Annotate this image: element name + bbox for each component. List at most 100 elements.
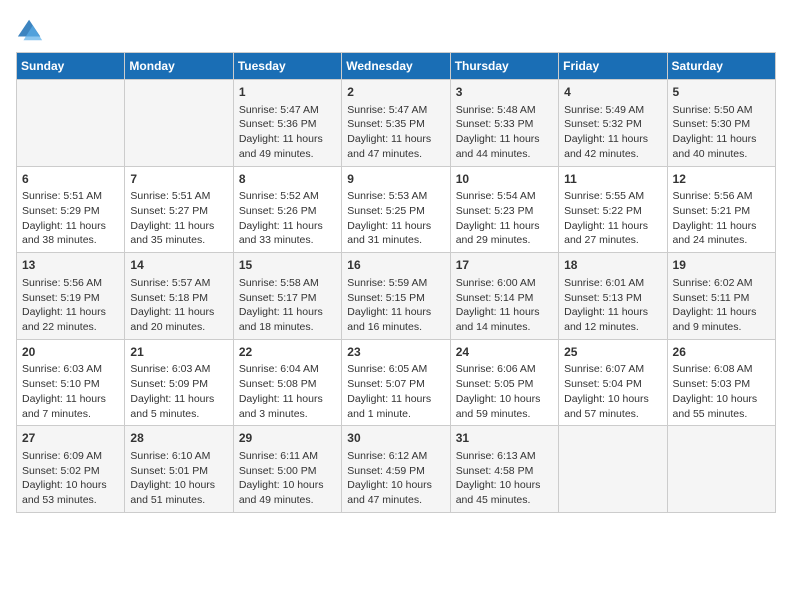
cell-content: Sunrise: 5:56 AM Sunset: 5:19 PM Dayligh… bbox=[22, 276, 119, 335]
day-number: 4 bbox=[564, 84, 661, 101]
day-header-thursday: Thursday bbox=[450, 53, 558, 80]
calendar-cell: 9Sunrise: 5:53 AM Sunset: 5:25 PM Daylig… bbox=[342, 166, 450, 253]
day-number: 10 bbox=[456, 171, 553, 188]
day-header-tuesday: Tuesday bbox=[233, 53, 341, 80]
cell-content: Sunrise: 5:52 AM Sunset: 5:26 PM Dayligh… bbox=[239, 189, 336, 248]
calendar-cell: 22Sunrise: 6:04 AM Sunset: 5:08 PM Dayli… bbox=[233, 339, 341, 426]
day-number: 19 bbox=[673, 257, 770, 274]
day-number: 9 bbox=[347, 171, 444, 188]
cell-content: Sunrise: 6:03 AM Sunset: 5:10 PM Dayligh… bbox=[22, 362, 119, 421]
cell-content: Sunrise: 5:53 AM Sunset: 5:25 PM Dayligh… bbox=[347, 189, 444, 248]
calendar-cell: 11Sunrise: 5:55 AM Sunset: 5:22 PM Dayli… bbox=[559, 166, 667, 253]
day-number: 20 bbox=[22, 344, 119, 361]
cell-content: Sunrise: 5:51 AM Sunset: 5:27 PM Dayligh… bbox=[130, 189, 227, 248]
day-header-sunday: Sunday bbox=[17, 53, 125, 80]
calendar-cell: 3 Sunrise: 5:48 AM Sunset: 5:33 PM Daylig… bbox=[450, 80, 558, 167]
cell-content: Sunrise: 5:54 AM Sunset: 5:23 PM Dayligh… bbox=[456, 189, 553, 248]
calendar-cell: 24Sunrise: 6:06 AM Sunset: 5:05 PM Dayli… bbox=[450, 339, 558, 426]
day-number: 30 bbox=[347, 430, 444, 447]
day-number: 17 bbox=[456, 257, 553, 274]
calendar-cell: 1 Sunrise: 5:47 AM Sunset: 5:36 PM Daylig… bbox=[233, 80, 341, 167]
calendar-cell: 23Sunrise: 6:05 AM Sunset: 5:07 PM Dayli… bbox=[342, 339, 450, 426]
cell-content: Sunrise: 5:51 AM Sunset: 5:29 PM Dayligh… bbox=[22, 189, 119, 248]
cell-content: Sunrise: 6:03 AM Sunset: 5:09 PM Dayligh… bbox=[130, 362, 227, 421]
cell-content: Sunrise: 6:13 AM Sunset: 4:58 PM Dayligh… bbox=[456, 449, 553, 508]
calendar-cell bbox=[125, 80, 233, 167]
cell-content: Sunrise: 6:04 AM Sunset: 5:08 PM Dayligh… bbox=[239, 362, 336, 421]
day-header-wednesday: Wednesday bbox=[342, 53, 450, 80]
calendar-cell: 26Sunrise: 6:08 AM Sunset: 5:03 PM Dayli… bbox=[667, 339, 775, 426]
calendar-cell: 7Sunrise: 5:51 AM Sunset: 5:27 PM Daylig… bbox=[125, 166, 233, 253]
day-number: 22 bbox=[239, 344, 336, 361]
calendar-cell bbox=[559, 426, 667, 513]
cell-content: Sunrise: 5:57 AM Sunset: 5:18 PM Dayligh… bbox=[130, 276, 227, 335]
week-row-1: 1 Sunrise: 5:47 AM Sunset: 5:36 PM Daylig… bbox=[17, 80, 776, 167]
day-number: 14 bbox=[130, 257, 227, 274]
calendar-table: SundayMondayTuesdayWednesdayThursdayFrid… bbox=[16, 52, 776, 513]
cell-content: Sunrise: 6:11 AM Sunset: 5:00 PM Dayligh… bbox=[239, 449, 336, 508]
calendar-cell: 20Sunrise: 6:03 AM Sunset: 5:10 PM Dayli… bbox=[17, 339, 125, 426]
day-number: 1 bbox=[239, 84, 336, 101]
day-number: 8 bbox=[239, 171, 336, 188]
cell-content: Sunrise: 5:47 AM Sunset: 5:35 PM Dayligh… bbox=[347, 103, 444, 162]
logo bbox=[16, 16, 48, 44]
cell-content: Sunrise: 6:12 AM Sunset: 4:59 PM Dayligh… bbox=[347, 449, 444, 508]
day-number: 21 bbox=[130, 344, 227, 361]
cell-content: Sunrise: 6:06 AM Sunset: 5:05 PM Dayligh… bbox=[456, 362, 553, 421]
cell-content: Sunrise: 6:09 AM Sunset: 5:02 PM Dayligh… bbox=[22, 449, 119, 508]
day-number: 28 bbox=[130, 430, 227, 447]
day-header-saturday: Saturday bbox=[667, 53, 775, 80]
cell-content: Sunrise: 5:59 AM Sunset: 5:15 PM Dayligh… bbox=[347, 276, 444, 335]
day-number: 16 bbox=[347, 257, 444, 274]
cell-content: Sunrise: 6:07 AM Sunset: 5:04 PM Dayligh… bbox=[564, 362, 661, 421]
day-header-friday: Friday bbox=[559, 53, 667, 80]
day-number: 26 bbox=[673, 344, 770, 361]
cell-content: Sunrise: 6:01 AM Sunset: 5:13 PM Dayligh… bbox=[564, 276, 661, 335]
calendar-cell: 4 Sunrise: 5:49 AM Sunset: 5:32 PM Daylig… bbox=[559, 80, 667, 167]
week-row-3: 13 Sunrise: 5:56 AM Sunset: 5:19 PM Dayli… bbox=[17, 253, 776, 340]
cell-content: Sunrise: 5:49 AM Sunset: 5:32 PM Dayligh… bbox=[564, 103, 661, 162]
cell-content: Sunrise: 5:58 AM Sunset: 5:17 PM Dayligh… bbox=[239, 276, 336, 335]
day-number: 3 bbox=[456, 84, 553, 101]
cell-content: Sunrise: 6:02 AM Sunset: 5:11 PM Dayligh… bbox=[673, 276, 770, 335]
day-number: 13 bbox=[22, 257, 119, 274]
calendar-cell: 31 Sunrise: 6:13 AM Sunset: 4:58 PM Dayli… bbox=[450, 426, 558, 513]
calendar-header-row: SundayMondayTuesdayWednesdayThursdayFrid… bbox=[17, 53, 776, 80]
day-number: 2 bbox=[347, 84, 444, 101]
calendar-cell bbox=[667, 426, 775, 513]
cell-content: Sunrise: 6:10 AM Sunset: 5:01 PM Dayligh… bbox=[130, 449, 227, 508]
calendar-cell: 18 Sunrise: 6:01 AM Sunset: 5:13 PM Dayli… bbox=[559, 253, 667, 340]
calendar-cell: 30 Sunrise: 6:12 AM Sunset: 4:59 PM Dayli… bbox=[342, 426, 450, 513]
calendar-cell: 29 Sunrise: 6:11 AM Sunset: 5:00 PM Dayli… bbox=[233, 426, 341, 513]
day-number: 15 bbox=[239, 257, 336, 274]
cell-content: Sunrise: 5:55 AM Sunset: 5:22 PM Dayligh… bbox=[564, 189, 661, 248]
day-number: 18 bbox=[564, 257, 661, 274]
logo-icon bbox=[16, 16, 44, 44]
cell-content: Sunrise: 5:48 AM Sunset: 5:33 PM Dayligh… bbox=[456, 103, 553, 162]
calendar-cell: 5Sunrise: 5:50 AM Sunset: 5:30 PM Daylig… bbox=[667, 80, 775, 167]
calendar-cell: 8Sunrise: 5:52 AM Sunset: 5:26 PM Daylig… bbox=[233, 166, 341, 253]
day-number: 11 bbox=[564, 171, 661, 188]
calendar-cell: 15 Sunrise: 5:58 AM Sunset: 5:17 PM Dayli… bbox=[233, 253, 341, 340]
calendar-cell: 19 Sunrise: 6:02 AM Sunset: 5:11 PM Dayli… bbox=[667, 253, 775, 340]
page-header bbox=[16, 16, 776, 44]
cell-content: Sunrise: 6:08 AM Sunset: 5:03 PM Dayligh… bbox=[673, 362, 770, 421]
day-number: 31 bbox=[456, 430, 553, 447]
day-number: 12 bbox=[673, 171, 770, 188]
calendar-cell: 17Sunrise: 6:00 AM Sunset: 5:14 PM Dayli… bbox=[450, 253, 558, 340]
day-number: 5 bbox=[673, 84, 770, 101]
day-number: 7 bbox=[130, 171, 227, 188]
calendar-cell: 16 Sunrise: 5:59 AM Sunset: 5:15 PM Dayli… bbox=[342, 253, 450, 340]
cell-content: Sunrise: 6:05 AM Sunset: 5:07 PM Dayligh… bbox=[347, 362, 444, 421]
cell-content: Sunrise: 5:47 AM Sunset: 5:36 PM Dayligh… bbox=[239, 103, 336, 162]
calendar-cell: 21Sunrise: 6:03 AM Sunset: 5:09 PM Dayli… bbox=[125, 339, 233, 426]
day-number: 29 bbox=[239, 430, 336, 447]
day-number: 24 bbox=[456, 344, 553, 361]
calendar-cell: 14 Sunrise: 5:57 AM Sunset: 5:18 PM Dayli… bbox=[125, 253, 233, 340]
calendar-cell bbox=[17, 80, 125, 167]
day-number: 23 bbox=[347, 344, 444, 361]
day-number: 27 bbox=[22, 430, 119, 447]
day-number: 25 bbox=[564, 344, 661, 361]
cell-content: Sunrise: 5:56 AM Sunset: 5:21 PM Dayligh… bbox=[673, 189, 770, 248]
day-number: 6 bbox=[22, 171, 119, 188]
